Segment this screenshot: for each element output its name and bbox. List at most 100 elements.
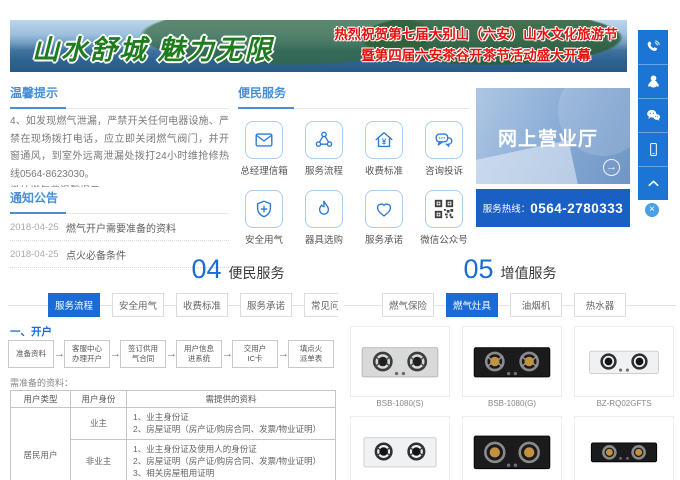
product-card[interactable]: BZ-RQ02GFTS (574, 326, 674, 408)
tab-range-hood[interactable]: 油烟机 (510, 293, 562, 317)
services-column: 便民服务 总经理信箱 服务流程 ¥ 收费标准 咨询投诉 (238, 84, 470, 246)
section05-heading: 05 增值服务 (344, 254, 676, 285)
flow-step: 准备资料 (8, 340, 54, 368)
safety-icon (253, 198, 275, 220)
service-item-safety[interactable]: 安全用气 (238, 190, 290, 246)
product-card[interactable] (350, 416, 450, 480)
cell-materials: 1、业主身份证 2、房屋证明（房产证/购房合同、发票/物业证明） (127, 408, 336, 440)
tab-service-promise[interactable]: 服务承诺 (240, 293, 292, 317)
phone-icon (645, 39, 662, 56)
materials-intro: 需准备的资料： (10, 376, 73, 389)
flow-step: 客服中心 办理开户 (64, 340, 110, 368)
product-model: BZ-RQ02GFTS (574, 399, 674, 408)
service-item-pricing[interactable]: ¥ 收费标准 (358, 121, 410, 177)
th-user-identity: 用户身份 (71, 391, 127, 408)
hotline-label: 服务热线： (483, 201, 531, 215)
online-hall-banner[interactable]: 网上营业厅 → (476, 88, 630, 184)
service-label: 微信公众号 (418, 232, 470, 246)
notices-header: 通知公告 (10, 189, 229, 214)
toolbar-close-button[interactable]: × (645, 203, 659, 217)
section05-tabs: 燃气保险 燃气灶具 油烟机 热水器 (344, 294, 676, 316)
services-title: 便民服务 (238, 86, 286, 100)
svg-text:¥: ¥ (382, 138, 387, 147)
section04-tabs: 服务流程 安全用气 收费标准 服务承诺 常见问题 (8, 294, 338, 316)
tips-title: 温馨提示 (10, 86, 58, 100)
product-card[interactable] (462, 416, 562, 480)
online-hall-title: 网上营业厅 (498, 124, 598, 151)
service-item-appliance[interactable]: 器具选购 (298, 190, 350, 246)
tab-fee-standard[interactable]: 收费标准 (176, 293, 228, 317)
flame-icon (313, 198, 335, 220)
consult-icon (433, 129, 455, 151)
banner-announcement: 热烈祝贺第七届大别山（六安）山水文化旅游节 暨第四届六安茶谷开茶节活动盛大开幕 (318, 25, 627, 67)
wechat-button[interactable] (638, 98, 668, 132)
notice-item[interactable]: 2018-04-25 燃气开户需要准备的资料 (10, 214, 229, 241)
tab-gas-insurance[interactable]: 燃气保险 (382, 293, 434, 317)
product-model: BSB-1080(G) (462, 399, 562, 408)
service-item-wechat-qr[interactable]: 微信公众号 (418, 190, 470, 246)
section-value-added-services: 05 增值服务 燃气保险 燃气灶具 油烟机 热水器 BSB-1080(S) BS… (344, 250, 676, 480)
cell-user-type: 居民用户 (11, 408, 71, 480)
tips-content: 4、如发现燃气泄漏，严禁开关任何电器设施、严禁在现场拨打电话，应立即关闭燃气阀门… (10, 113, 229, 187)
service-item-consult[interactable]: 咨询投诉 (418, 121, 470, 177)
service-item-mailbox[interactable]: 总经理信箱 (238, 121, 290, 177)
notice-date: 2018-04-25 (10, 222, 66, 233)
arrow-circle-icon: → (603, 159, 620, 176)
tab-gas-stoves[interactable]: 燃气灶具 (446, 293, 498, 317)
service-item-process[interactable]: 服务流程 (298, 121, 350, 177)
tab-water-heater[interactable]: 热水器 (574, 293, 626, 317)
flow-step: 交用户 IC卡 (232, 340, 278, 368)
tab-service-process[interactable]: 服务流程 (48, 293, 100, 317)
section04-title: 便民服务 (229, 263, 285, 283)
service-hotline-bar: 服务热线： 0564-2780333 (476, 189, 630, 227)
side-toolbar (638, 30, 668, 200)
tips-header: 温馨提示 (10, 84, 229, 109)
arrow-right-icon: → (54, 348, 64, 360)
flow-step: 签订供用 气合同 (120, 340, 166, 368)
stove-image-white (581, 339, 667, 384)
close-icon: × (649, 204, 655, 215)
stove-image-black (469, 429, 555, 474)
product-model: BSB-1080(S) (350, 399, 450, 408)
notices-title: 通知公告 (10, 191, 58, 205)
left-column: 温馨提示 4、如发现燃气泄漏，严禁开关任何电器设施、严禁在现场拨打电话，应立即关… (10, 84, 229, 268)
product-card[interactable]: BSB-1080(G) (462, 326, 562, 408)
product-card[interactable] (574, 416, 674, 480)
product-card[interactable]: BSB-1080(S) (350, 326, 450, 408)
mail-icon (253, 129, 275, 151)
service-item-promise[interactable]: 服务承诺 (358, 190, 410, 246)
tab-safe-gas-use[interactable]: 安全用气 (112, 293, 164, 317)
open-account-flowchart: 准备资料 → 客服中心 办理开户 → 签订供用 气合同 → 用户信息 进系统 →… (8, 340, 334, 368)
stove-image-white (357, 429, 443, 474)
flow-step: 填点火 派单表 (288, 340, 334, 368)
mobile-button[interactable] (638, 132, 668, 166)
section05-title: 增值服务 (501, 263, 557, 283)
materials-table: 用户类型 用户身份 需提供的资料 居民用户 业主 1、业主身份证 2、房屋证明（… (10, 390, 336, 480)
services-grid: 总经理信箱 服务流程 ¥ 收费标准 咨询投诉 安全用气 (238, 121, 470, 246)
wechat-icon (645, 107, 662, 124)
section04-number: 04 (191, 254, 221, 285)
th-user-type: 用户类型 (11, 391, 71, 408)
heart-icon (373, 198, 395, 220)
arrow-right-icon: → (278, 348, 288, 360)
tips-partial-line: 缴纳燃气费温馨提示： (10, 183, 229, 187)
cell-identity: 业主 (71, 408, 127, 440)
service-label: 服务承诺 (358, 232, 410, 246)
price-icon: ¥ (373, 129, 395, 151)
phone-button[interactable] (638, 30, 668, 64)
product-grid: BSB-1080(S) BSB-1080(G) BZ-RQ02GFTS (350, 326, 674, 480)
mobile-icon (645, 141, 662, 158)
arrow-right-icon: → (222, 348, 232, 360)
back-to-top-button[interactable] (638, 166, 668, 200)
announcement-line2: 暨第四届六安茶谷开茶节活动盛大开幕 (318, 46, 627, 67)
tab-faq[interactable]: 常见问题 (304, 293, 338, 317)
table-row: 居民用户 业主 1、业主身份证 2、房屋证明（房产证/购房合同、发票/物业证明） (11, 408, 336, 440)
stove-image-black (581, 429, 667, 474)
arrow-right-icon: → (166, 348, 176, 360)
service-label: 器具选购 (298, 232, 350, 246)
section04-heading: 04 便民服务 (108, 254, 338, 285)
stove-image-steel (357, 339, 443, 384)
qq-button[interactable] (638, 64, 668, 98)
hero-banner[interactable]: 山水舒城 魅力无限 热烈祝贺第七届大别山（六安）山水文化旅游节 暨第四届六安茶谷… (10, 20, 627, 72)
process-icon (313, 129, 335, 151)
